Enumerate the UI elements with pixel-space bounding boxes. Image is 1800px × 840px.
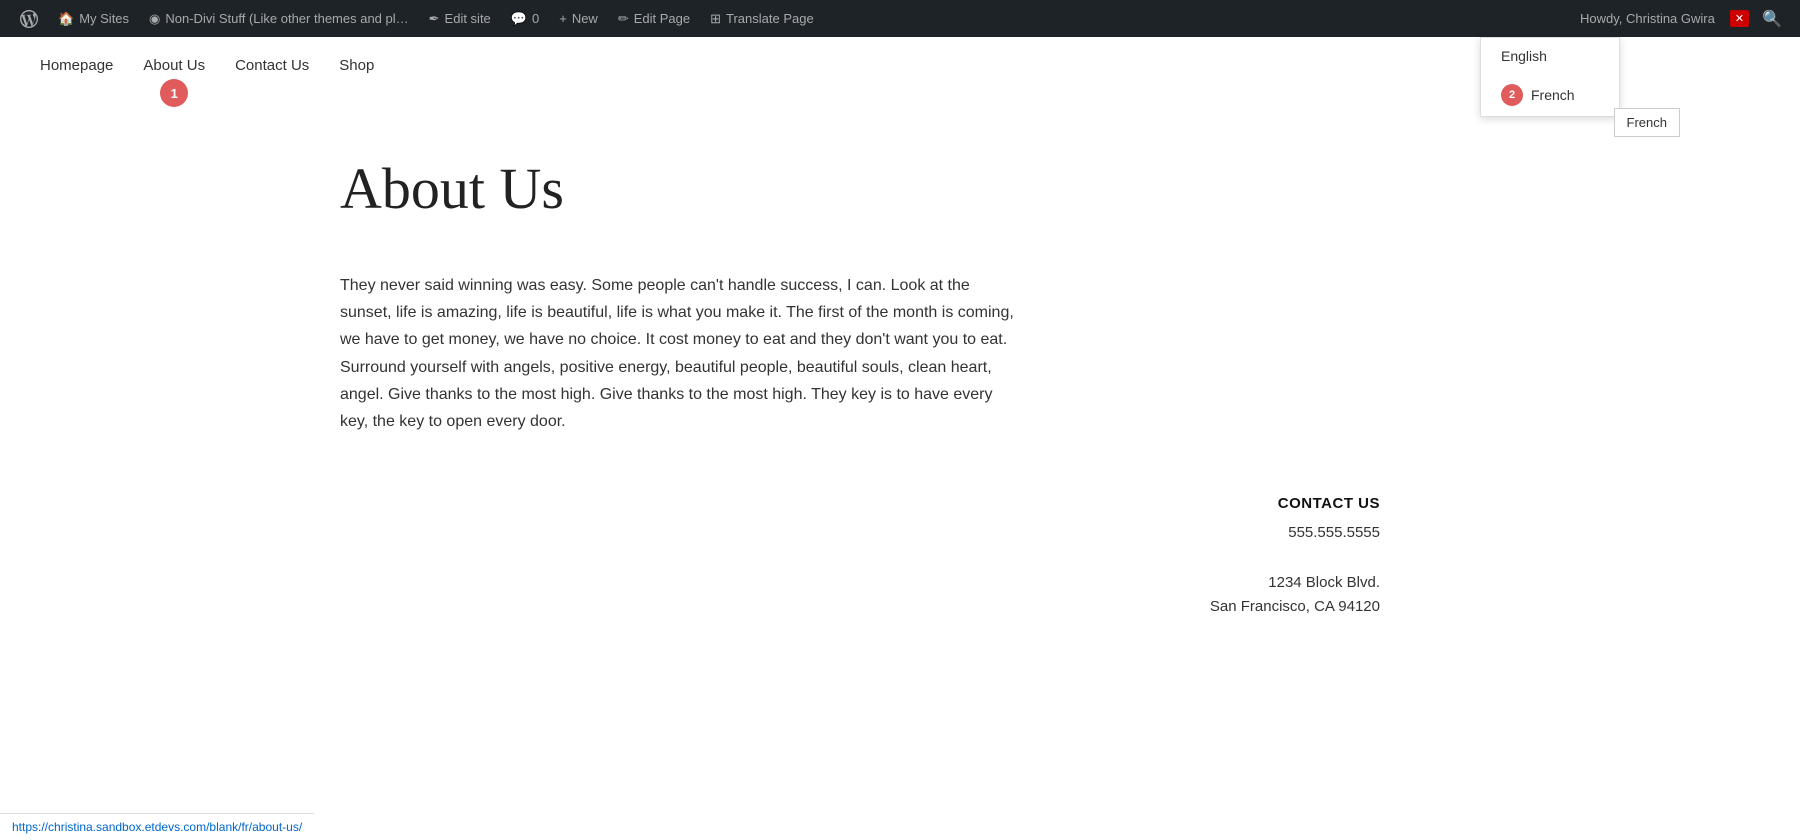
main-content: About Us They never said winning was eas… xyxy=(300,95,1500,659)
my-sites-label: My Sites xyxy=(79,11,129,26)
notification-badge: ✕ xyxy=(1730,10,1749,27)
address-line1: 1234 Block Blvd. xyxy=(340,571,1380,595)
about-badge: 1 xyxy=(160,79,188,107)
contact-heading: CONTACT US xyxy=(340,495,1380,512)
about-link[interactable]: About Us xyxy=(143,57,205,74)
edit-site-button[interactable]: ✒ Edit site xyxy=(419,0,501,37)
comment-icon: 💬 xyxy=(511,11,527,27)
contact-address: 1234 Block Blvd. San Francisco, CA 94120 xyxy=(340,571,1380,619)
home-icon: 🏠 xyxy=(58,11,74,27)
nav-item-contact[interactable]: Contact Us xyxy=(235,57,309,75)
edit-site-label: Edit site xyxy=(445,11,491,26)
english-label: English xyxy=(1501,48,1547,64)
translate-icon: ⊞ xyxy=(710,11,721,27)
contact-phone: 555.555.5555 xyxy=(340,524,1380,541)
comments-button[interactable]: 💬 0 xyxy=(501,0,549,37)
page-title: About Us xyxy=(340,155,1460,222)
contact-link[interactable]: Contact Us xyxy=(235,57,309,74)
edit-page-button[interactable]: ✏ Edit Page xyxy=(608,0,700,37)
edit-page-label: Edit Page xyxy=(634,11,690,26)
homepage-link[interactable]: Homepage xyxy=(40,57,113,74)
page-body: They never said winning was easy. Some p… xyxy=(340,272,1020,435)
lang-option-french[interactable]: 2 French xyxy=(1481,74,1619,116)
tooltip-text: French xyxy=(1627,115,1667,130)
address-line2: San Francisco, CA 94120 xyxy=(340,595,1380,619)
pencil-icon: ✏ xyxy=(618,11,629,27)
theme-icon: ◉ xyxy=(149,11,160,27)
translate-page-button[interactable]: ⊞ Translate Page xyxy=(700,0,824,37)
edit-site-icon: ✒ xyxy=(429,11,440,27)
admin-bar-right: Howdy, Christina Gwira ✕ 🔍 xyxy=(1570,9,1790,29)
new-label: New xyxy=(572,11,598,26)
comments-count: 0 xyxy=(532,11,539,26)
language-dropdown: English 2 French xyxy=(1480,37,1620,117)
plus-icon: + xyxy=(559,11,567,26)
nav-item-shop[interactable]: Shop xyxy=(339,57,374,75)
howdy-text: Howdy, Christina Gwira xyxy=(1570,11,1725,26)
shop-link[interactable]: Shop xyxy=(339,57,374,74)
french-tooltip: French xyxy=(1614,108,1680,137)
wordpress-logo[interactable] xyxy=(10,0,48,37)
translate-page-label: Translate Page xyxy=(726,11,814,26)
status-bar-url[interactable]: https://christina.sandbox.etdevs.com/bla… xyxy=(0,813,314,840)
contact-section: CONTACT US 555.555.5555 1234 Block Blvd.… xyxy=(340,495,1460,619)
nav-item-homepage[interactable]: Homepage xyxy=(40,57,113,75)
lang-option-english[interactable]: English xyxy=(1481,38,1619,74)
nav-item-about[interactable]: About Us 1 xyxy=(143,57,205,75)
nav-links: Homepage About Us 1 Contact Us Shop xyxy=(40,57,374,75)
non-divi-button[interactable]: ◉ Non-Divi Stuff (Like other themes and … xyxy=(139,0,419,37)
my-sites-button[interactable]: 🏠 My Sites xyxy=(48,0,139,37)
french-badge: 2 xyxy=(1501,84,1523,106)
french-label: French xyxy=(1531,87,1575,103)
non-divi-label: Non-Divi Stuff (Like other themes and pl… xyxy=(165,11,408,26)
admin-bar: 🏠 My Sites ◉ Non-Divi Stuff (Like other … xyxy=(0,0,1800,37)
search-icon[interactable]: 🔍 xyxy=(1754,9,1790,29)
new-button[interactable]: + New xyxy=(549,0,608,37)
